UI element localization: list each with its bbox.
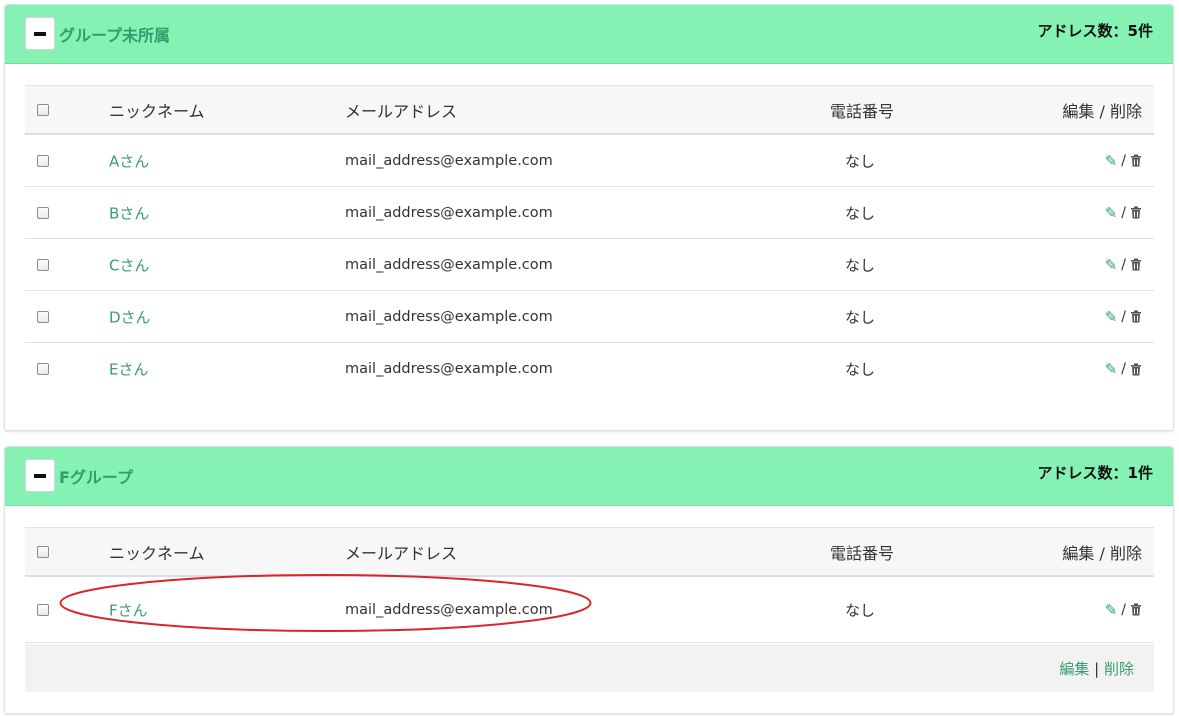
row-checkbox-cell bbox=[37, 206, 49, 219]
column-header-email: メールアドレス bbox=[345, 101, 458, 121]
bulk-edit-link[interactable]: 編集 bbox=[1059, 660, 1089, 678]
email-text: mail_address@example.com bbox=[345, 256, 553, 273]
row-checkbox-cell bbox=[37, 154, 49, 167]
row-checkbox[interactable] bbox=[37, 363, 49, 375]
action-separator: / bbox=[1121, 256, 1126, 273]
row-checkbox-cell bbox=[37, 363, 49, 375]
row-actions: ✎ / bbox=[1105, 308, 1142, 326]
group-header: Fグループ アドレス数：1件 bbox=[5, 447, 1173, 506]
row-actions: ✎ / bbox=[1105, 360, 1142, 378]
select-all-checkbox-cell bbox=[37, 545, 49, 558]
bulk-separator: | bbox=[1094, 660, 1100, 678]
nickname-link[interactable]: Aさん bbox=[109, 150, 149, 171]
row-checkbox[interactable] bbox=[37, 258, 49, 271]
column-header-email: メールアドレス bbox=[345, 543, 458, 563]
address-count: アドレス数：1件 bbox=[1037, 464, 1153, 482]
group-panel-f: Fグループ アドレス数：1件 ニックネーム メールアドレス 電話番号 編集 / … bbox=[4, 446, 1174, 714]
email-text: mail_address@example.com bbox=[345, 204, 553, 221]
select-all-checkbox[interactable] bbox=[37, 103, 49, 116]
pencil-icon[interactable]: ✎ bbox=[1105, 152, 1118, 170]
action-separator: / bbox=[1121, 204, 1126, 221]
trash-icon[interactable] bbox=[1130, 310, 1142, 323]
minus-icon bbox=[34, 31, 46, 36]
pencil-icon[interactable]: ✎ bbox=[1105, 601, 1118, 619]
trash-icon[interactable] bbox=[1130, 258, 1142, 271]
table-row: Eさん mail_address@example.com なし ✎ / bbox=[25, 343, 1154, 395]
row-checkbox[interactable] bbox=[37, 154, 49, 167]
phone-text: なし bbox=[844, 308, 875, 326]
nickname-link[interactable]: Eさん bbox=[109, 359, 148, 380]
email-text: mail_address@example.com bbox=[345, 601, 553, 618]
bulk-actions-bar: 編集 | 削除 bbox=[25, 644, 1154, 692]
pencil-icon[interactable]: ✎ bbox=[1105, 360, 1118, 378]
row-actions: ✎ / bbox=[1105, 204, 1142, 222]
email-text: mail_address@example.com bbox=[345, 361, 553, 377]
column-header-phone: 電話番号 bbox=[830, 101, 895, 121]
table-row: Cさん mail_address@example.com なし ✎ / bbox=[25, 239, 1154, 291]
column-header-actions: 編集 / 削除 bbox=[1062, 543, 1142, 563]
pencil-icon[interactable]: ✎ bbox=[1105, 204, 1118, 222]
address-table: ニックネーム メールアドレス 電話番号 編集 / 削除 Fさん mail_add… bbox=[25, 527, 1154, 643]
action-separator: / bbox=[1121, 152, 1126, 169]
pencil-icon[interactable]: ✎ bbox=[1105, 256, 1118, 274]
table-row: Aさん mail_address@example.com なし ✎ / bbox=[25, 135, 1154, 187]
group-header: グループ未所属 アドレス数：5件 bbox=[5, 5, 1173, 64]
row-actions: ✎ / bbox=[1105, 256, 1142, 274]
nickname-link[interactable]: Dさん bbox=[109, 306, 151, 327]
table-row: Dさん mail_address@example.com なし ✎ / bbox=[25, 291, 1154, 343]
column-header-nickname: ニックネーム bbox=[109, 101, 205, 121]
collapse-button[interactable] bbox=[25, 17, 55, 50]
group-title: Fグループ bbox=[59, 468, 133, 487]
pencil-icon[interactable]: ✎ bbox=[1105, 308, 1118, 326]
phone-text: なし bbox=[844, 601, 875, 619]
trash-icon[interactable] bbox=[1130, 363, 1142, 376]
action-separator: / bbox=[1121, 308, 1126, 325]
column-header-actions: 編集 / 削除 bbox=[1062, 101, 1142, 121]
row-checkbox-cell bbox=[37, 310, 49, 323]
table-header-row: ニックネーム メールアドレス 電話番号 編集 / 削除 bbox=[25, 527, 1154, 577]
row-actions: ✎ / bbox=[1105, 601, 1142, 619]
address-count: アドレス数：5件 bbox=[1037, 22, 1153, 40]
nickname-link[interactable]: Bさん bbox=[109, 202, 149, 223]
nickname-link[interactable]: Cさん bbox=[109, 254, 149, 275]
minus-icon bbox=[34, 473, 46, 478]
trash-icon[interactable] bbox=[1130, 154, 1142, 167]
row-checkbox[interactable] bbox=[37, 603, 49, 616]
row-checkbox[interactable] bbox=[37, 206, 49, 219]
phone-text: なし bbox=[844, 152, 875, 170]
trash-icon[interactable] bbox=[1130, 206, 1142, 219]
column-header-nickname: ニックネーム bbox=[109, 543, 205, 563]
action-separator: / bbox=[1121, 601, 1126, 618]
collapse-button[interactable] bbox=[25, 459, 55, 492]
trash-icon[interactable] bbox=[1130, 603, 1142, 616]
row-actions: ✎ / bbox=[1105, 152, 1142, 170]
bulk-delete-link[interactable]: 削除 bbox=[1104, 660, 1134, 678]
group-title: グループ未所属 bbox=[59, 26, 171, 45]
table-header-row: ニックネーム メールアドレス 電話番号 編集 / 削除 bbox=[25, 85, 1154, 135]
action-separator: / bbox=[1121, 361, 1126, 377]
table-row: Bさん mail_address@example.com なし ✎ / bbox=[25, 187, 1154, 239]
group-panel-unassigned: グループ未所属 アドレス数：5件 ニックネーム メールアドレス 電話番号 編集 … bbox=[4, 4, 1174, 431]
email-text: mail_address@example.com bbox=[345, 308, 553, 325]
row-checkbox[interactable] bbox=[37, 310, 49, 323]
phone-text: なし bbox=[844, 204, 875, 222]
table-row: Fさん mail_address@example.com なし ✎ / bbox=[25, 577, 1154, 643]
email-text: mail_address@example.com bbox=[345, 152, 553, 169]
phone-text: なし bbox=[844, 360, 875, 379]
select-all-checkbox[interactable] bbox=[37, 545, 49, 558]
bulk-actions: 編集 | 削除 bbox=[1059, 658, 1134, 679]
select-all-checkbox-cell bbox=[37, 103, 49, 116]
nickname-link[interactable]: Fさん bbox=[109, 599, 148, 620]
address-table: ニックネーム メールアドレス 電話番号 編集 / 削除 Aさん mail_add… bbox=[25, 85, 1154, 395]
column-header-phone: 電話番号 bbox=[830, 543, 895, 563]
row-checkbox-cell bbox=[37, 603, 49, 616]
row-checkbox-cell bbox=[37, 258, 49, 271]
phone-text: なし bbox=[844, 256, 875, 274]
